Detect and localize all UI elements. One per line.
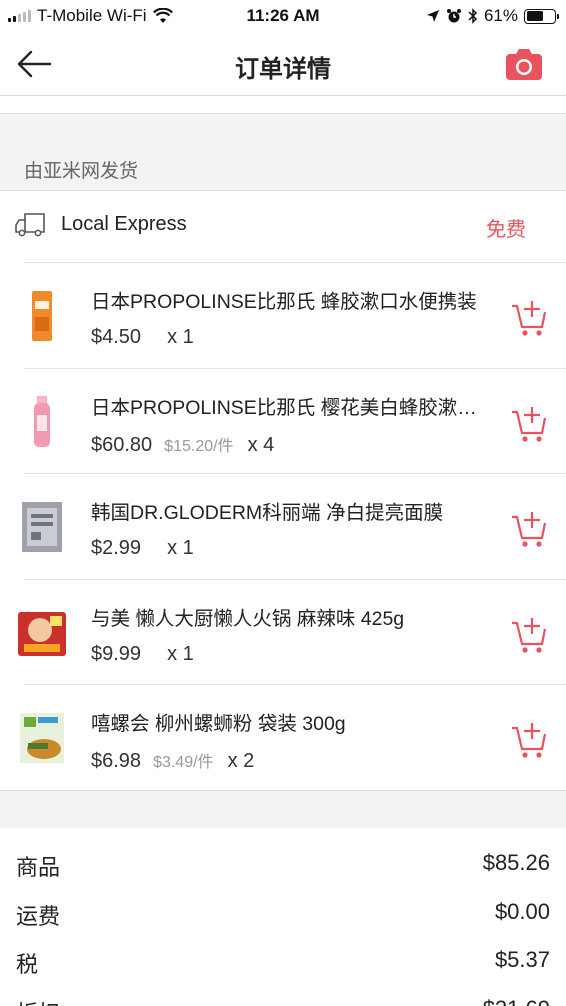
product-price: $9.99 [91,642,142,665]
price-row: $60.80 $15.20/件 x 4 [91,432,274,457]
product-name: 与美 懒人大厨懒人火锅 麻辣味 425g [91,607,405,630]
summary-row-subtotal: 商品 $85.26 [0,828,566,880]
product-price: $2.99 [91,537,142,560]
shipping-fee: 免费 [486,219,526,241]
unit-price: $15.20/件 [164,437,234,455]
product-name: 日本PROPOLINSE比那氏 蜂胶漱口水便携装 [91,291,477,313]
order-item[interactable]: 韩国DR.GLODERM科丽端 净白提亮面膜 $2.99 x 1 [22,473,566,579]
product-qty: x 1 [167,642,194,665]
product-name: 嘻螺会 柳州螺蛳粉 袋装 300g [91,713,346,736]
product-thumbnail-sakura-mouthwash [34,395,50,447]
battery-icon [524,8,559,24]
price-row: $4.50 x 1 [91,326,194,349]
ship-from-label: 由亚米网发货 [24,161,139,182]
product-thumbnail-hotpot [18,611,66,656]
price-row: $2.99 x 1 [91,537,194,560]
price-row: $6.98 $3.49/件 x 2 [91,748,254,773]
status-icons: 61% [426,6,559,26]
product-qty: x 4 [247,433,275,456]
product-price: $4.50 [91,326,142,348]
order-summary: 商品 $85.26 运费 $0.00 税 $5.37 折扣 -$21.69 [0,828,566,1006]
unit-price: $3.49/件 [153,754,214,772]
product-qty: x 1 [167,537,194,560]
camera-icon[interactable] [504,46,544,82]
summary-row-discount: 折扣 -$21.69 [0,974,566,1006]
order-item[interactable]: 日本PROPOLINSE比那氏 蜂胶漱口水便携装 $4.50 x 1 [24,262,566,368]
nav-bar: 订单详情 [0,32,566,96]
order-item[interactable]: 与美 懒人大厨懒人火锅 麻辣味 425g $9.99 x 1 [18,578,566,685]
summary-value: $85.26 [482,850,550,875]
status-bar: T-Mobile Wi-Fi 11:26 AM 61% [0,0,566,32]
order-item[interactable]: 嘻螺会 柳州螺蛳粉 袋装 300g $6.98 $3.49/件 x 2 [20,684,566,790]
order-items: 日本PROPOLINSE比那氏 蜂胶漱口水便携装 $4.50 x 1 日本PRO… [0,262,566,790]
product-price: $60.80 [91,433,153,456]
summary-label: 折扣 [16,996,60,1006]
summary-row-shipping: 运费 $0.00 [0,877,566,929]
truck-icon [15,213,45,237]
price-row: $9.99 x 1 [91,643,194,666]
product-name: 韩国DR.GLODERM科丽端 净白提亮面膜 [91,502,444,525]
summary-row-tax: 税 $5.37 [0,925,566,977]
summary-value: $5.37 [494,947,550,973]
product-price: $6.98 [91,750,142,773]
shipment-header: 由亚米网发货 [0,113,566,191]
order-item[interactable]: 日本PROPOLINSE比那氏 樱花美白蜂胶漱口水 $60.80 $15.20/… [24,367,566,474]
location-icon [426,10,439,22]
product-name: 日本PROPOLINSE比那氏 樱花美白蜂胶漱口水 [91,396,491,419]
bluetooth-icon [468,8,478,24]
shipping-method: Local Express [61,213,187,235]
page-title: 订单详情 [235,56,331,83]
product-qty: x 1 [167,326,194,348]
alarm-icon [446,9,461,23]
product-thumbnail-snail-noodles [20,713,64,764]
add-to-cart-icon[interactable] [510,297,548,337]
summary-value: -$21.69 [475,996,550,1006]
battery-percent: 61% [483,6,518,25]
product-qty: x 2 [227,750,255,773]
section-divider [0,790,566,828]
add-to-cart-icon[interactable] [510,508,548,548]
add-to-cart-icon[interactable] [510,403,548,443]
shipping-method-row: Local Express 免费 [0,191,566,263]
product-thumbnail-mouthwash [32,291,52,341]
summary-value: $0.00 [494,898,550,924]
add-to-cart-icon[interactable] [510,719,548,759]
add-to-cart-icon[interactable] [510,614,548,654]
product-thumbnail-face-mask [22,502,62,553]
